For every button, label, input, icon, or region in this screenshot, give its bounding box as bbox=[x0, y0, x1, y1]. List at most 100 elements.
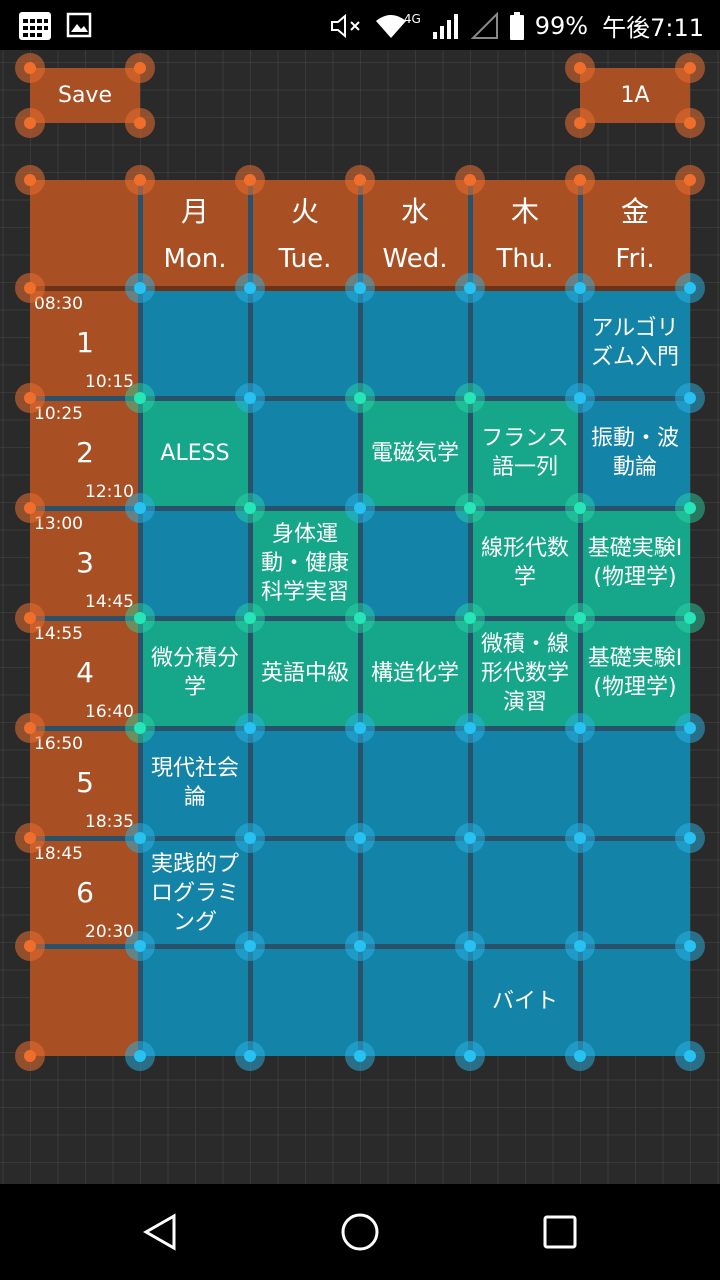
day-header-thu[interactable]: 木 Thu. bbox=[470, 180, 580, 288]
header-handle[interactable] bbox=[125, 165, 155, 195]
grid-handle[interactable] bbox=[235, 273, 265, 303]
row-handle-left[interactable] bbox=[15, 931, 45, 961]
grid-handle[interactable] bbox=[345, 713, 375, 743]
class-handle-tl[interactable] bbox=[565, 53, 595, 83]
grid-handle[interactable] bbox=[455, 931, 485, 961]
class-cell-p1-fri[interactable]: アルゴリズム入門 bbox=[580, 288, 690, 398]
grid-handle[interactable] bbox=[565, 383, 595, 413]
grid-handle[interactable] bbox=[125, 1041, 155, 1071]
row-handle-right[interactable] bbox=[675, 823, 705, 853]
class-cell-p5-mon[interactable]: 現代社会論 bbox=[140, 728, 250, 838]
class-cell-p4-mon[interactable]: 微分積分学 bbox=[140, 618, 250, 728]
period-2[interactable]: 10:25 2 12:10 bbox=[30, 398, 140, 508]
save-button[interactable]: Save bbox=[30, 68, 140, 123]
grid-handle[interactable] bbox=[565, 603, 595, 633]
row-handle-right[interactable] bbox=[675, 493, 705, 523]
row-handle-right[interactable] bbox=[675, 713, 705, 743]
grid-handle[interactable] bbox=[345, 931, 375, 961]
grid-handle[interactable] bbox=[235, 603, 265, 633]
period-3[interactable]: 13:00 3 14:45 bbox=[30, 508, 140, 618]
save-handle-bl[interactable] bbox=[15, 108, 45, 138]
period-4[interactable]: 14:55 4 16:40 bbox=[30, 618, 140, 728]
grid-handle[interactable] bbox=[455, 273, 485, 303]
class-cell-p3-thu[interactable]: 線形代数学 bbox=[470, 508, 580, 618]
grid-handle[interactable] bbox=[235, 823, 265, 853]
header-handle[interactable] bbox=[345, 165, 375, 195]
grid-handle[interactable] bbox=[235, 1041, 265, 1071]
period-1[interactable]: 08:30 1 10:15 bbox=[30, 288, 140, 398]
class-cell-p4-tue[interactable]: 英語中級 bbox=[250, 618, 360, 728]
grid-handle[interactable] bbox=[125, 383, 155, 413]
grid-handle[interactable] bbox=[455, 713, 485, 743]
class-cell-p4-thu[interactable]: 微積・線形代数学演習 bbox=[470, 618, 580, 728]
day-header-wed[interactable]: 水 Wed. bbox=[360, 180, 470, 288]
day-header-mon[interactable]: 月 Mon. bbox=[140, 180, 250, 288]
header-handle[interactable] bbox=[235, 165, 265, 195]
row-handle-left[interactable] bbox=[15, 823, 45, 853]
class-handle-tr[interactable] bbox=[675, 53, 705, 83]
row-handle-left[interactable] bbox=[15, 1041, 45, 1071]
grid-handle[interactable] bbox=[235, 931, 265, 961]
grid-handle[interactable] bbox=[345, 603, 375, 633]
home-icon[interactable] bbox=[340, 1212, 380, 1252]
grid-handle[interactable] bbox=[455, 493, 485, 523]
row-handle-right[interactable] bbox=[675, 273, 705, 303]
header-handle[interactable] bbox=[15, 165, 45, 195]
save-handle-tr[interactable] bbox=[125, 53, 155, 83]
grid-handle[interactable] bbox=[455, 383, 485, 413]
grid-handle[interactable] bbox=[235, 713, 265, 743]
grid-handle[interactable] bbox=[125, 603, 155, 633]
grid-handle[interactable] bbox=[565, 1041, 595, 1071]
grid-handle[interactable] bbox=[235, 383, 265, 413]
class-cell-p2-fri[interactable]: 振動・波動論 bbox=[580, 398, 690, 508]
grid-handle[interactable] bbox=[125, 713, 155, 743]
header-handle[interactable] bbox=[565, 165, 595, 195]
extra-row-label[interactable]: バイト bbox=[470, 946, 580, 1056]
day-header-fri[interactable]: 金 Fri. bbox=[580, 180, 690, 288]
header-handle[interactable] bbox=[675, 165, 705, 195]
class-cell-p2-thu[interactable]: フランス語一列 bbox=[470, 398, 580, 508]
grid-handle[interactable] bbox=[345, 493, 375, 523]
period-6[interactable]: 18:45 6 20:30 bbox=[30, 838, 140, 948]
class-cell-p4-fri[interactable]: 基礎実験I (物理学) bbox=[580, 618, 690, 728]
class-cell-p3-fri[interactable]: 基礎実験I (物理学) bbox=[580, 508, 690, 618]
back-icon[interactable] bbox=[140, 1212, 180, 1252]
class-cell-p6-mon[interactable]: 実践的プログラミング bbox=[140, 838, 250, 948]
class-handle-bl[interactable] bbox=[565, 108, 595, 138]
row-handle-left[interactable] bbox=[15, 383, 45, 413]
class-selector-button[interactable]: 1A bbox=[580, 68, 690, 123]
recents-icon[interactable] bbox=[542, 1214, 578, 1250]
class-cell-p4-wed[interactable]: 構造化学 bbox=[360, 618, 470, 728]
grid-handle[interactable] bbox=[565, 931, 595, 961]
row-handle-left[interactable] bbox=[15, 273, 45, 303]
row-handle-right[interactable] bbox=[675, 603, 705, 633]
save-handle-br[interactable] bbox=[125, 108, 155, 138]
grid-handle[interactable] bbox=[235, 493, 265, 523]
row-handle-right[interactable] bbox=[675, 931, 705, 961]
grid-handle[interactable] bbox=[345, 823, 375, 853]
grid-handle[interactable] bbox=[565, 493, 595, 523]
header-handle[interactable] bbox=[455, 165, 485, 195]
class-cell-p2-wed[interactable]: 電磁気学 bbox=[360, 398, 470, 508]
grid-handle[interactable] bbox=[125, 493, 155, 523]
class-cell-p2-mon[interactable]: ALESS bbox=[140, 398, 250, 508]
save-handle-tl[interactable] bbox=[15, 53, 45, 83]
row-handle-right[interactable] bbox=[675, 1041, 705, 1071]
class-cell-p3-tue[interactable]: 身体運動・健康科学実習 bbox=[250, 508, 360, 618]
grid-handle[interactable] bbox=[565, 273, 595, 303]
class-handle-br[interactable] bbox=[675, 108, 705, 138]
row-handle-left[interactable] bbox=[15, 713, 45, 743]
grid-handle[interactable] bbox=[565, 713, 595, 743]
grid-handle[interactable] bbox=[455, 823, 485, 853]
grid-handle[interactable] bbox=[125, 931, 155, 961]
grid-handle[interactable] bbox=[565, 823, 595, 853]
grid-handle[interactable] bbox=[345, 383, 375, 413]
grid-handle[interactable] bbox=[455, 603, 485, 633]
row-handle-left[interactable] bbox=[15, 603, 45, 633]
row-handle-left[interactable] bbox=[15, 493, 45, 523]
grid-handle[interactable] bbox=[125, 273, 155, 303]
grid-handle[interactable] bbox=[455, 1041, 485, 1071]
grid-handle[interactable] bbox=[125, 823, 155, 853]
period-5[interactable]: 16:50 5 18:35 bbox=[30, 728, 140, 838]
day-header-tue[interactable]: 火 Tue. bbox=[250, 180, 360, 288]
